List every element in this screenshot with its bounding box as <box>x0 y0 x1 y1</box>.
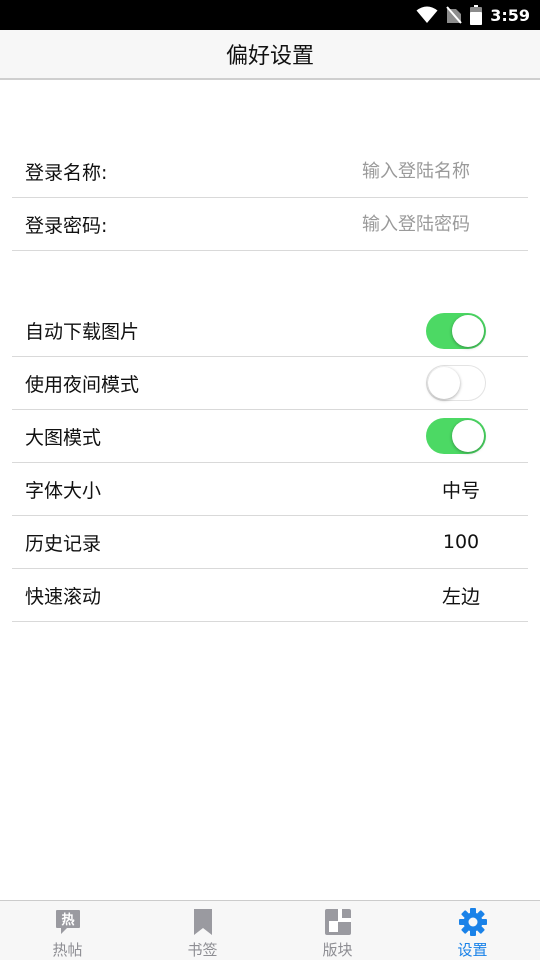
auto-download-images-toggle[interactable] <box>426 312 486 349</box>
tab-label: 版块 <box>322 941 353 959</box>
tab-bar: 热 热帖 书签 版块 设置 <box>0 900 540 960</box>
toggle-knob <box>428 367 460 399</box>
night-mode-label: 使用夜间模式 <box>25 373 140 396</box>
tab-hot-posts[interactable]: 热 热帖 <box>0 901 135 960</box>
tab-bookmarks[interactable]: 书签 <box>135 901 270 960</box>
tab-label: 设置 <box>457 941 488 959</box>
password-label: 登录密码: <box>25 214 108 237</box>
font-size-row[interactable]: 字体大小 中号 <box>12 463 528 516</box>
status-bar: 3:59 <box>0 0 540 30</box>
history-label: 历史记录 <box>25 532 102 555</box>
preferences-section: 自动下载图片 使用夜间模式 大图模式 字体大小 中号 历史记录 100 快速滚动… <box>12 305 528 622</box>
large-image-mode-label: 大图模式 <box>25 426 102 449</box>
auto-download-images-label: 自动下载图片 <box>25 321 140 343</box>
fast-scroll-row[interactable]: 快速滚动 左边 <box>12 569 528 622</box>
status-time: 3:59 <box>490 5 530 25</box>
font-size-value[interactable]: 中号 <box>421 476 501 503</box>
toggle-knob <box>452 420 484 452</box>
toggle-knob <box>452 314 484 347</box>
bookmark-icon <box>192 908 214 936</box>
wifi-icon <box>416 6 438 24</box>
tab-label: 书签 <box>187 941 218 959</box>
fast-scroll-value[interactable]: 左边 <box>421 582 501 609</box>
history-row[interactable]: 历史记录 100 <box>12 516 528 569</box>
svg-text:热: 热 <box>61 912 74 928</box>
fast-scroll-label: 快速滚动 <box>25 585 102 608</box>
large-image-mode-toggle[interactable] <box>426 418 486 454</box>
hot-post-icon: 热 <box>54 908 82 936</box>
night-mode-toggle[interactable] <box>426 365 486 401</box>
large-image-mode-row: 大图模式 <box>12 410 528 463</box>
password-row: 登录密码: <box>12 198 528 251</box>
tab-settings[interactable]: 设置 <box>405 901 540 960</box>
username-row: 登录名称: <box>12 146 528 198</box>
status-icons: 3:59 <box>408 0 530 30</box>
account-section: 登录名称: 登录密码: <box>12 146 528 251</box>
tab-label: 热帖 <box>52 941 83 959</box>
battery-icon <box>470 5 483 25</box>
no-sim-icon <box>446 6 462 24</box>
username-label: 登录名称: <box>25 162 108 184</box>
history-value[interactable]: 100 <box>421 531 501 553</box>
header: 偏好设置 <box>0 30 540 80</box>
auto-download-images-row: 自动下载图片 <box>12 305 528 357</box>
password-input[interactable] <box>250 213 470 235</box>
tab-boards[interactable]: 版块 <box>270 901 405 960</box>
board-icon <box>324 908 351 936</box>
username-input[interactable] <box>250 161 470 182</box>
gear-icon <box>458 908 488 936</box>
font-size-label: 字体大小 <box>25 479 102 502</box>
night-mode-row: 使用夜间模式 <box>12 357 528 410</box>
page-title: 偏好设置 <box>225 44 314 69</box>
